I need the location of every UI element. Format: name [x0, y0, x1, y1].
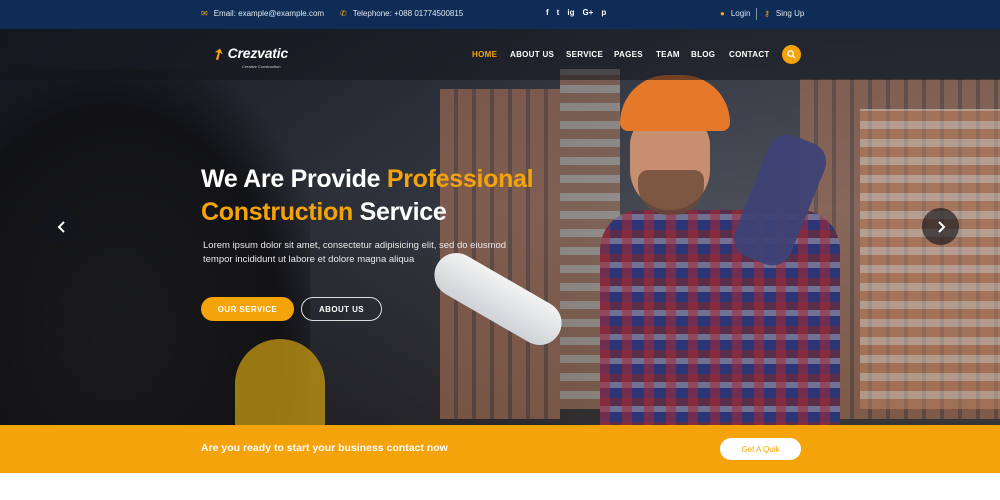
main-navbar [0, 29, 1000, 80]
excavator-arm-bg [235, 339, 325, 425]
hero-title-part2: Service [352, 198, 447, 226]
user-icon: ● [720, 9, 725, 18]
social-links: f t ig G+ p [546, 8, 606, 17]
chevron-left-icon [57, 220, 65, 233]
nav-item-team[interactable]: TEAM [656, 50, 680, 59]
twitter-icon[interactable]: t [557, 8, 560, 17]
slider-next-button[interactable] [922, 208, 959, 245]
get-quote-button[interactable]: Get A Quik [720, 438, 801, 460]
facebook-icon[interactable]: f [546, 8, 549, 17]
login-link[interactable]: ● Login [720, 9, 750, 18]
phone-icon: ✆ [340, 9, 347, 18]
login-label: Login [730, 9, 751, 18]
brand-tagline: Creative Construction [242, 64, 281, 69]
hero-title: We Are Provide Professional Construction… [201, 163, 621, 229]
nav-item-home[interactable]: HOME [472, 50, 497, 59]
logo-arrow-icon: ➚ [208, 43, 229, 65]
search-button[interactable] [782, 45, 801, 64]
search-icon [787, 50, 796, 59]
hero-title-part1: We Are Provide [201, 165, 387, 193]
brand-logo[interactable]: ➚ Crezvatic Creative Construction [209, 44, 289, 69]
chevron-right-icon [937, 220, 945, 233]
email-text: Email: example@example.com [213, 9, 325, 18]
nav-item-about-us[interactable]: ABOUT US [510, 50, 554, 59]
signup-link[interactable]: ⚷ Sing Up [764, 9, 804, 18]
worker-photo [600, 75, 850, 425]
brand-name: Crezvatic [227, 45, 289, 61]
phone-text: Telephone: +088 01774500815 [352, 9, 464, 18]
hero-description-line1: Lorem ipsum dolor sit amet, consectetur … [203, 240, 507, 251]
instagram-icon[interactable]: ig [567, 8, 574, 17]
envelope-icon: ✉ [201, 9, 208, 18]
hero-description-line2: tempor incididunt ut labore et dolore ma… [203, 254, 415, 265]
key-icon: ⚷ [764, 9, 770, 18]
pinterest-icon[interactable]: p [601, 8, 606, 17]
cta-band: Are you ready to start your business con… [0, 425, 1000, 473]
nav-item-contact[interactable]: CONTACT [729, 50, 770, 59]
hero-title-accent2: Construction [201, 198, 353, 226]
phone-contact[interactable]: ✆ Telephone: +088 01774500815 [340, 9, 463, 18]
hero-title-accent1: Professional [386, 165, 534, 193]
nav-item-service[interactable]: SERVICE [566, 50, 603, 59]
topbar-divider [756, 8, 757, 20]
building-bg [860, 109, 1000, 409]
google-plus-icon[interactable]: G+ [582, 8, 593, 17]
cta-text: Are you ready to start your business con… [201, 442, 448, 454]
slider-prev-button[interactable] [43, 208, 80, 245]
about-us-button[interactable]: ABOUT US [301, 297, 382, 321]
email-contact[interactable]: ✉ Email: example@example.com [201, 9, 324, 18]
nav-item-pages[interactable]: PAGES [614, 50, 643, 59]
our-service-button[interactable]: OUR SERVICE [201, 297, 294, 321]
signup-label: Sing Up [775, 9, 805, 18]
hero-description: Lorem ipsum dolor sit amet, consectetur … [203, 239, 563, 267]
top-info-bar: ✉ Email: example@example.com ✆ Telephone… [0, 0, 1000, 29]
nav-item-blog[interactable]: BLOG [691, 50, 715, 59]
